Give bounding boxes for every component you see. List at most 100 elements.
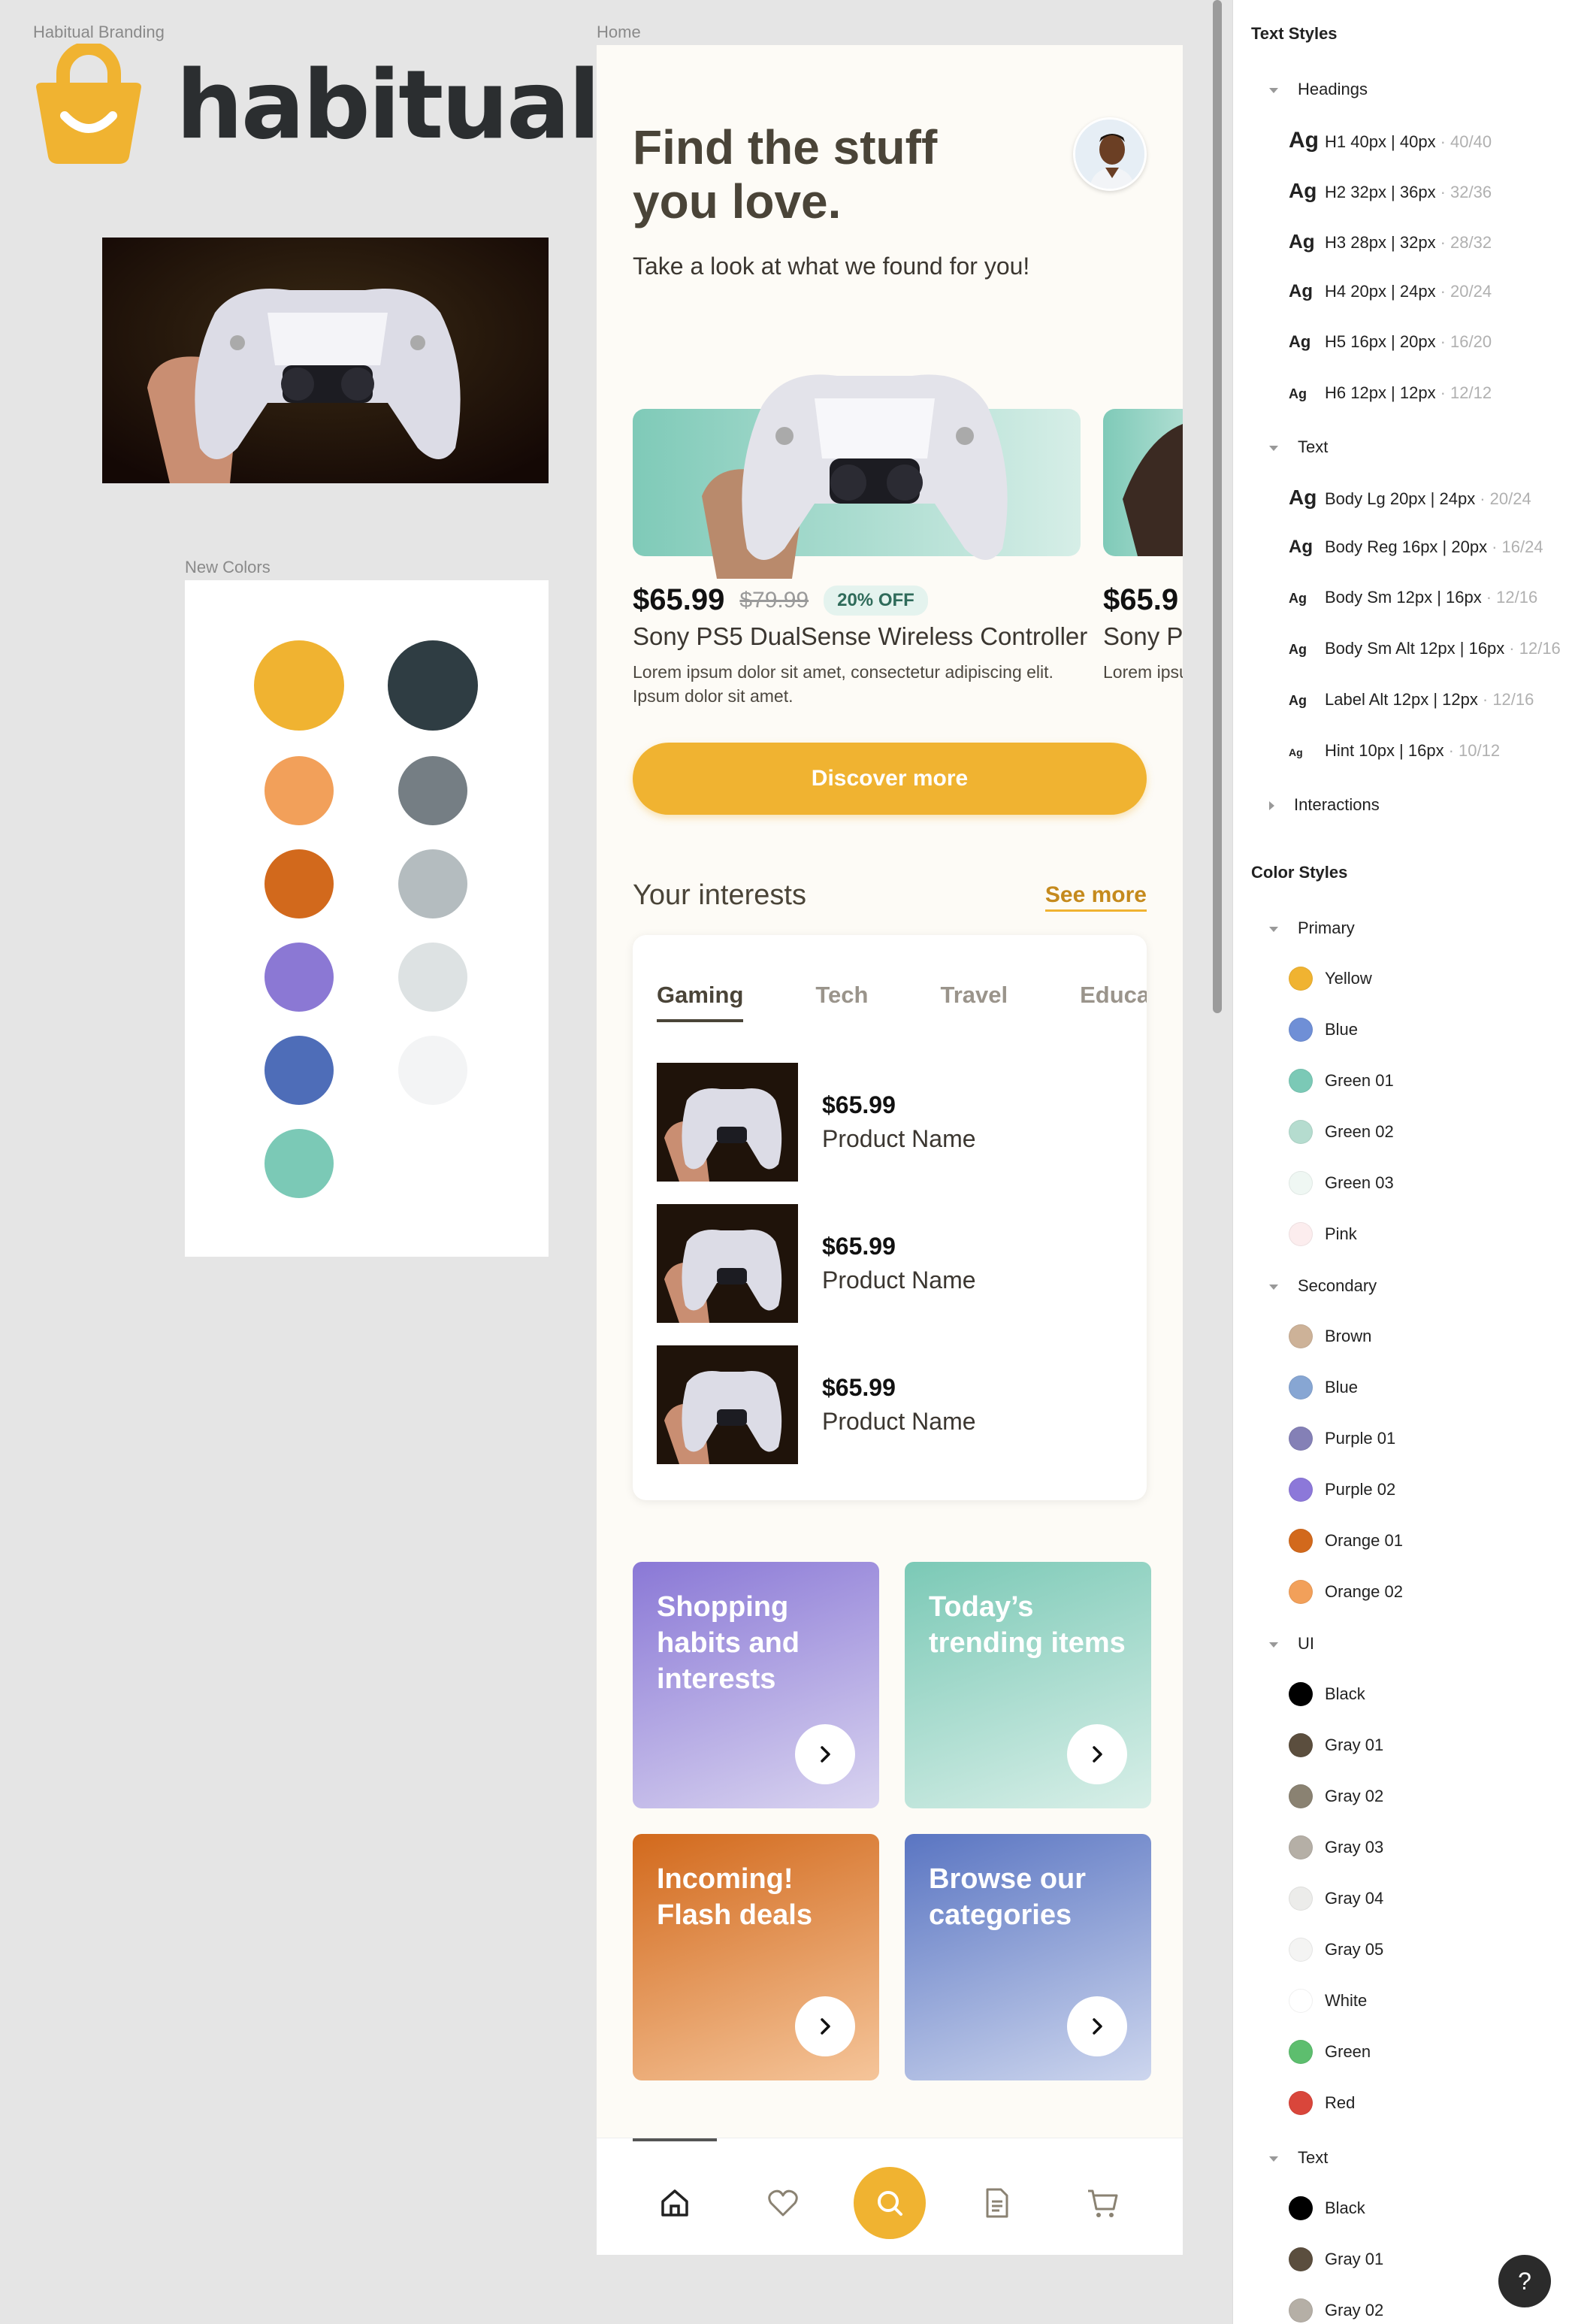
item-name: Product Name xyxy=(822,1266,976,1294)
swatch-gray-mid xyxy=(398,849,467,918)
chevron-right-icon[interactable] xyxy=(795,1996,855,2056)
tile-trending[interactable]: Today’s trending items xyxy=(905,1562,1151,1808)
chevron-right-icon[interactable] xyxy=(1067,1996,1127,2056)
text-style-row[interactable]: Ag H6 12px | 12px · 12/12 xyxy=(1289,383,1492,403)
text-style-row[interactable]: Ag Body Sm 12px | 16px · 12/16 xyxy=(1289,588,1537,607)
text-style-row[interactable]: Ag Body Sm Alt 12px | 16px · 12/16 xyxy=(1289,639,1561,658)
scrollbar[interactable] xyxy=(1213,0,1222,1013)
product-thumbnail xyxy=(657,1063,798,1182)
color-style-row[interactable]: Gray 05 xyxy=(1289,1938,1383,1962)
swatch-charcoal xyxy=(388,640,478,731)
color-style-row[interactable]: Blue xyxy=(1289,1375,1358,1400)
color-style-row[interactable]: Green 02 xyxy=(1289,1120,1394,1144)
tile-categories[interactable]: Browse our categories xyxy=(905,1834,1151,2080)
color-style-name: Black xyxy=(1325,1684,1365,1703)
color-style-name: Red xyxy=(1325,2093,1356,2112)
page-title: Find the stuff you love. xyxy=(633,120,1023,228)
tab-travel[interactable]: Travel xyxy=(940,982,1008,1022)
discount-badge: 20% OFF xyxy=(824,585,928,616)
text-style-row[interactable]: Ag H3 28px | 32px · 28/32 xyxy=(1289,230,1492,253)
color-style-name: Blue xyxy=(1325,1378,1359,1397)
group-text-colors[interactable]: Text xyxy=(1269,2148,1328,2168)
tab-education[interactable]: Educat xyxy=(1080,982,1147,1022)
tab-gaming[interactable]: Gaming xyxy=(657,982,744,1022)
home-icon[interactable] xyxy=(639,2167,711,2239)
color-style-row[interactable]: Red xyxy=(1289,2091,1355,2115)
tile-flash-deals[interactable]: Incoming! Flash deals xyxy=(633,1834,879,2080)
text-style-row[interactable]: Ag Label Alt 12px | 12px · 12/16 xyxy=(1289,690,1534,710)
color-style-row[interactable]: Purple 02 xyxy=(1289,1478,1395,1502)
color-style-row[interactable]: Gray 02 xyxy=(1289,2298,1383,2322)
swatch-gray-dark xyxy=(398,756,467,825)
color-dot xyxy=(1289,1989,1313,2013)
cart-icon[interactable] xyxy=(1067,2167,1139,2239)
color-style-row[interactable]: Orange 02 xyxy=(1289,1580,1403,1604)
group-secondary[interactable]: Secondary xyxy=(1269,1276,1377,1296)
color-style-row[interactable]: Pink xyxy=(1289,1222,1357,1246)
color-style-row[interactable]: Gray 01 xyxy=(1289,2247,1383,2271)
list-item[interactable]: $65.99 Product Name xyxy=(657,1204,1123,1323)
discover-more-button[interactable]: Discover more xyxy=(633,743,1147,815)
color-style-row[interactable]: Purple 01 xyxy=(1289,1427,1395,1451)
text-style-row[interactable]: Ag H1 40px | 40px · 40/40 xyxy=(1289,128,1492,153)
search-icon[interactable] xyxy=(854,2167,926,2239)
color-dot xyxy=(1289,1580,1313,1604)
color-style-row[interactable]: Green 03 xyxy=(1289,1171,1394,1195)
color-style-row[interactable]: Gray 02 xyxy=(1289,1784,1383,1808)
color-style-row[interactable]: Black xyxy=(1289,2196,1365,2220)
color-style-row[interactable]: Blue xyxy=(1289,1018,1358,1042)
text-style-row[interactable]: Ag H2 32px | 36px · 32/36 xyxy=(1289,179,1492,203)
color-style-row[interactable]: White xyxy=(1289,1989,1367,2013)
peek-price: $65.9 xyxy=(1103,583,1179,616)
text-style-preview: Ag xyxy=(1289,486,1317,509)
color-style-row[interactable]: Gray 01 xyxy=(1289,1733,1383,1757)
text-style-row[interactable]: Ag Body Lg 20px | 24px · 20/24 xyxy=(1289,486,1531,510)
text-style-preview: Ag xyxy=(1289,128,1319,153)
item-price: $65.99 xyxy=(822,1091,896,1118)
group-headings[interactable]: Headings xyxy=(1269,80,1368,99)
text-style-name: H5 16px | 20px xyxy=(1325,332,1436,351)
heart-icon[interactable] xyxy=(747,2167,819,2239)
text-style-preview: Ag xyxy=(1289,746,1303,758)
group-text[interactable]: Text xyxy=(1269,437,1328,457)
color-style-row[interactable]: Green xyxy=(1289,2040,1371,2064)
item-price: $65.99 xyxy=(822,1233,896,1260)
avatar[interactable] xyxy=(1073,117,1147,191)
peek-title[interactable]: Sony PS xyxy=(1103,622,1183,651)
see-more-link[interactable]: See more xyxy=(1044,882,1147,912)
group-interactions[interactable]: Interactions xyxy=(1269,795,1380,815)
text-style-row[interactable]: Ag H5 16px | 20px · 16/20 xyxy=(1289,332,1492,352)
chevron-right-icon[interactable] xyxy=(795,1724,855,1784)
color-style-row[interactable]: Orange 01 xyxy=(1289,1529,1403,1553)
group-primary[interactable]: Primary xyxy=(1269,918,1355,938)
featured-title[interactable]: Sony PS5 DualSense Wireless Controller xyxy=(633,622,1114,651)
color-style-name: Gray 02 xyxy=(1325,2301,1384,2319)
color-dot xyxy=(1289,1938,1313,1962)
text-style-meta: · 28/32 xyxy=(1440,233,1492,252)
text-styles-title: Text Styles xyxy=(1251,24,1338,43)
text-style-meta: · 16/20 xyxy=(1440,332,1492,351)
color-style-row[interactable]: Gray 03 xyxy=(1289,1835,1383,1860)
avatar-image xyxy=(1075,120,1144,189)
list-item[interactable]: $65.99 Product Name xyxy=(657,1063,1123,1182)
chevron-right-icon[interactable] xyxy=(1067,1724,1127,1784)
tab-tech[interactable]: Tech xyxy=(815,982,868,1022)
document-icon[interactable] xyxy=(960,2167,1032,2239)
list-item[interactable]: $65.99 Product Name xyxy=(657,1345,1123,1464)
text-style-row[interactable]: Ag H4 20px | 24px · 20/24 xyxy=(1289,281,1492,302)
color-style-row[interactable]: Gray 04 xyxy=(1289,1887,1383,1911)
group-ui[interactable]: UI xyxy=(1269,1634,1314,1654)
color-style-row[interactable]: Green 01 xyxy=(1289,1069,1394,1093)
text-style-row[interactable]: Ag Hint 10px | 16px · 10/12 xyxy=(1289,741,1500,761)
tile-title: Shopping habits and interests xyxy=(657,1591,800,1695)
color-style-row[interactable]: Brown xyxy=(1289,1324,1371,1348)
text-style-name: Label Alt 12px | 12px xyxy=(1325,690,1478,709)
text-style-row[interactable]: Ag Body Reg 16px | 20px · 16/24 xyxy=(1289,537,1543,558)
color-style-row[interactable]: Black xyxy=(1289,1682,1365,1706)
help-button[interactable]: ? xyxy=(1498,2255,1551,2307)
color-style-row[interactable]: Yellow xyxy=(1289,967,1372,991)
swatch-gray-light xyxy=(398,943,467,1012)
tile-shopping-habits[interactable]: Shopping habits and interests xyxy=(633,1562,879,1808)
featured-old-price: $79.99 xyxy=(739,587,809,613)
color-style-name: Black xyxy=(1325,2198,1365,2217)
